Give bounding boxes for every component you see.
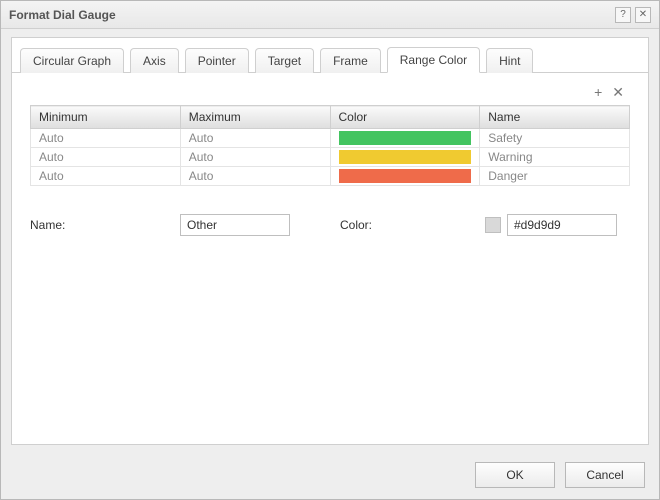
color-swatch-box[interactable] — [485, 217, 501, 233]
cell-color[interactable] — [330, 167, 480, 186]
title-bar: Format Dial Gauge ? ✕ — [1, 1, 659, 29]
name-input[interactable] — [180, 214, 290, 236]
tab-circular-graph[interactable]: Circular Graph — [20, 48, 124, 73]
col-name[interactable]: Name — [480, 106, 630, 129]
cell-name[interactable]: Danger — [480, 167, 630, 186]
color-swatch — [339, 131, 472, 145]
tab-strip: Circular Graph Axis Pointer Target Frame… — [12, 38, 648, 73]
col-minimum[interactable]: Minimum — [31, 106, 181, 129]
color-field — [485, 214, 617, 236]
cell-min[interactable]: Auto — [31, 129, 181, 148]
name-label: Name: — [30, 218, 180, 232]
tab-frame[interactable]: Frame — [320, 48, 381, 73]
cell-min[interactable]: Auto — [31, 167, 181, 186]
color-swatch — [339, 150, 472, 164]
tab-pointer[interactable]: Pointer — [185, 48, 249, 73]
table-header-row: Minimum Maximum Color Name — [31, 106, 630, 129]
ok-button[interactable]: OK — [475, 462, 555, 488]
cell-color[interactable] — [330, 129, 480, 148]
cell-max[interactable]: Auto — [180, 167, 330, 186]
window-title: Format Dial Gauge — [9, 8, 611, 22]
dialog-footer: OK Cancel — [1, 451, 659, 499]
table-toolbar: + ✕ — [30, 85, 630, 105]
detail-form: Name: Color: — [30, 214, 630, 236]
range-color-table: Minimum Maximum Color Name Auto Auto Saf… — [30, 105, 630, 186]
remove-row-icon[interactable]: ✕ — [612, 85, 624, 99]
col-color[interactable]: Color — [330, 106, 480, 129]
tab-axis[interactable]: Axis — [130, 48, 179, 73]
color-input[interactable] — [507, 214, 617, 236]
table-row[interactable]: Auto Auto Warning — [31, 148, 630, 167]
cell-max[interactable]: Auto — [180, 129, 330, 148]
tab-range-color[interactable]: Range Color — [387, 47, 480, 73]
table-row[interactable]: Auto Auto Danger — [31, 167, 630, 186]
cell-color[interactable] — [330, 148, 480, 167]
cell-min[interactable]: Auto — [31, 148, 181, 167]
range-color-panel: + ✕ Minimum Maximum Color Name Auto Auto… — [12, 73, 648, 248]
col-maximum[interactable]: Maximum — [180, 106, 330, 129]
dialog-content: Circular Graph Axis Pointer Target Frame… — [11, 37, 649, 445]
tab-target[interactable]: Target — [255, 48, 314, 73]
tab-hint[interactable]: Hint — [486, 48, 533, 73]
cancel-button[interactable]: Cancel — [565, 462, 645, 488]
table-row[interactable]: Auto Auto Safety — [31, 129, 630, 148]
help-button[interactable]: ? — [615, 7, 631, 23]
cell-max[interactable]: Auto — [180, 148, 330, 167]
cell-name[interactable]: Safety — [480, 129, 630, 148]
add-row-icon[interactable]: + — [594, 85, 602, 99]
color-swatch — [339, 169, 472, 183]
close-button[interactable]: ✕ — [635, 7, 651, 23]
color-label: Color: — [340, 218, 485, 232]
cell-name[interactable]: Warning — [480, 148, 630, 167]
